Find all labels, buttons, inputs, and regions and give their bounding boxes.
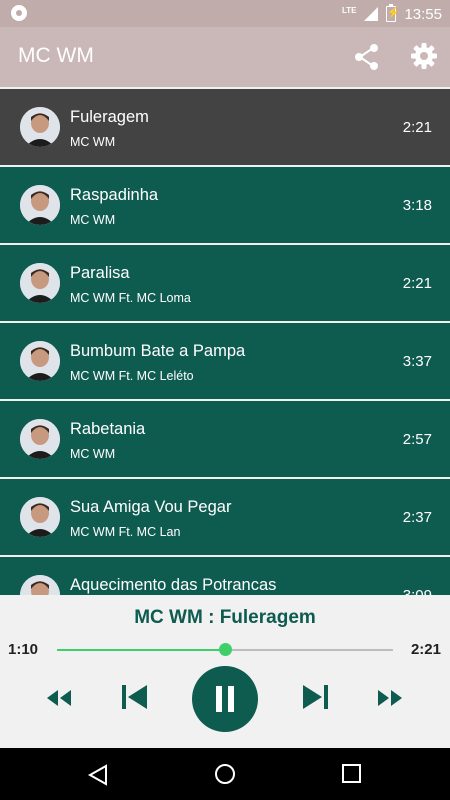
song-row[interactable]: Rabetania MC WM 2:57: [0, 401, 450, 477]
clock: 13:55: [404, 5, 442, 23]
artist-avatar: [20, 575, 60, 595]
recents-square-icon[interactable]: [342, 764, 361, 783]
app-title: MC WM: [18, 44, 94, 67]
artist-avatar: [20, 419, 60, 459]
app-bar: MC WM: [0, 27, 450, 87]
song-title: Paralisa: [70, 264, 130, 282]
skip-next-icon[interactable]: [302, 683, 330, 711]
song-row[interactable]: Fuleragem MC WM 2:21: [0, 89, 450, 165]
song-artist: MC WM: [70, 447, 116, 461]
song-duration: 3:18: [402, 197, 432, 214]
battery-icon: ⚡: [386, 4, 401, 22]
fast-rewind-icon[interactable]: [46, 690, 72, 706]
share-icon[interactable]: [352, 42, 382, 72]
song-duration: 3:37: [402, 353, 432, 370]
song-list[interactable]: Fuleragem MC WM 2:21 Raspadinha MC WM 3:…: [0, 87, 450, 595]
artist-avatar: [20, 185, 60, 225]
song-title: Aquecimento das Potrancas: [70, 576, 277, 594]
song-row[interactable]: Raspadinha MC WM 3:18: [0, 167, 450, 243]
fast-forward-icon[interactable]: [377, 690, 403, 706]
song-title: Raspadinha: [70, 186, 159, 204]
gear-icon[interactable]: [410, 42, 438, 70]
status-bar: LTE ⚡ 13:55: [0, 0, 450, 27]
song-artist: MC WM Ft. MC Loma: [70, 291, 191, 305]
song-title: Rabetania: [70, 420, 146, 438]
pause-bar-left: [216, 686, 222, 712]
seek-thumb[interactable]: [219, 643, 232, 656]
song-row[interactable]: Sua Amiga Vou Pegar MC WM Ft. MC Lan 2:3…: [0, 479, 450, 555]
status-icons: LTE ⚡ 13:55: [342, 4, 442, 24]
song-artist: MC WM Ft. MC Lan: [70, 525, 181, 539]
charging-icon: ⚡: [386, 7, 401, 19]
song-artist: MC WM: [70, 135, 116, 149]
song-duration: 2:37: [402, 509, 432, 526]
song-title: Bumbum Bate a Pampa: [70, 342, 246, 360]
song-title: Fuleragem: [70, 108, 149, 126]
pause-bar-right: [228, 686, 234, 712]
song-duration: 3:09: [403, 587, 432, 595]
song-row[interactable]: Aquecimento das Potrancas 3:09: [0, 557, 450, 595]
seek-bar[interactable]: [57, 643, 393, 657]
artist-avatar: [20, 497, 60, 537]
song-title: Sua Amiga Vou Pegar: [70, 498, 232, 516]
song-row[interactable]: Paralisa MC WM Ft. MC Loma 2:21: [0, 245, 450, 321]
signal-icon: [364, 7, 379, 21]
player-panel: MC WM : Fuleragem 1:10 2:21: [0, 595, 450, 748]
song-row[interactable]: Bumbum Bate a Pampa MC WM Ft. MC Leléto …: [0, 323, 450, 399]
song-duration: 2:21: [402, 275, 432, 292]
pause-icon[interactable]: [192, 666, 258, 732]
total-time: 2:21: [410, 641, 441, 658]
song-duration: 2:21: [402, 119, 432, 136]
artist-avatar: [20, 341, 60, 381]
song-artist: MC WM Ft. MC Leléto: [70, 369, 194, 383]
network-type: LTE: [341, 6, 357, 15]
elapsed-time: 1:10: [8, 641, 39, 658]
skip-previous-icon[interactable]: [120, 683, 148, 711]
song-duration: 2:57: [402, 431, 432, 448]
artist-avatar: [20, 263, 60, 303]
seek-progress: [57, 649, 225, 651]
back-triangle-icon[interactable]: [87, 764, 109, 786]
notification-icon: [11, 5, 27, 21]
artist-avatar: [20, 107, 60, 147]
home-circle-icon[interactable]: [214, 763, 236, 785]
now-playing-title: MC WM : Fuleragem: [134, 607, 316, 628]
navigation-bar: [0, 748, 450, 800]
song-artist: MC WM: [70, 213, 116, 227]
